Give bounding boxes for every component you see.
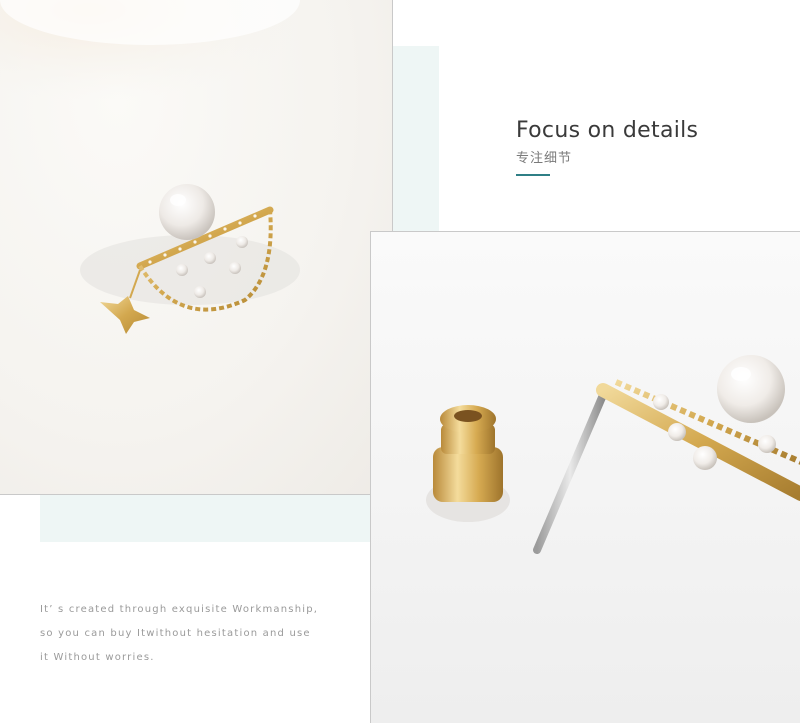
product-caption: It’ s created through exquisite Workmans… [40,598,360,670]
decor-band-bottom [40,495,370,542]
heading-underline [516,174,550,176]
caption-line-2: so you can buy Itwithout hesitation and … [40,628,311,639]
earring-back-illustration [426,355,800,554]
heading-subtitle: 专注细节 [516,151,573,166]
left-product-photo [0,0,393,495]
right-product-photo [370,231,800,723]
earring-front-illustration [0,0,310,334]
section-heading: Focus on details 专注细节 [516,118,698,176]
heading-title: Focus on details [516,118,699,143]
caption-line-3: it Without worries. [40,652,155,663]
decor-band-top [393,46,439,231]
caption-line-1: It’ s created through exquisite Workmans… [40,604,319,615]
